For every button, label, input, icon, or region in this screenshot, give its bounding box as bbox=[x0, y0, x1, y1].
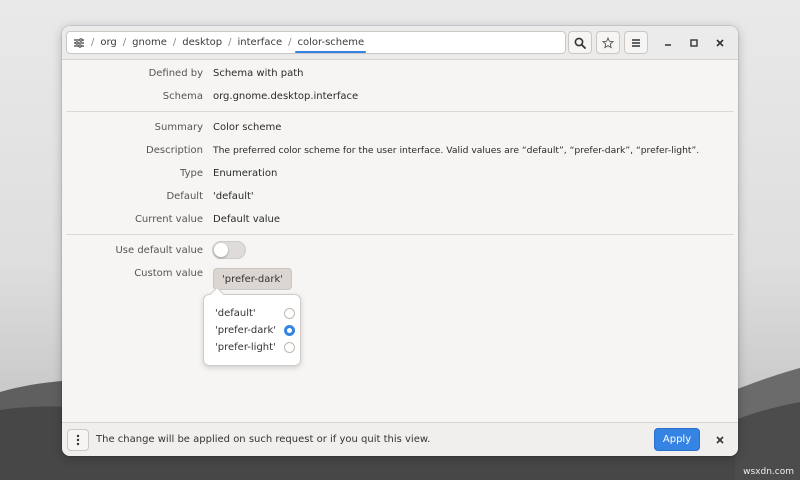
path-item-interface[interactable]: interface bbox=[238, 37, 283, 48]
path-separator: / bbox=[122, 37, 127, 48]
option-prefer-dark[interactable]: 'prefer-dark' bbox=[215, 322, 295, 338]
row-schema: Schema org.gnome.desktop.interface bbox=[62, 87, 738, 105]
apply-button[interactable]: Apply bbox=[654, 428, 700, 451]
radio-checked[interactable] bbox=[284, 324, 295, 336]
path-item-org[interactable]: org bbox=[100, 37, 116, 48]
use-default-switch[interactable] bbox=[212, 241, 246, 259]
path-separator: / bbox=[172, 37, 177, 48]
close-button[interactable] bbox=[712, 35, 728, 51]
row-defined-by: Defined by Schema with path bbox=[62, 64, 738, 82]
main-menu-button[interactable] bbox=[624, 31, 648, 54]
radio-unchecked[interactable] bbox=[284, 307, 295, 319]
custom-value-dropdown[interactable]: 'prefer-dark' bbox=[213, 268, 292, 290]
row-custom-value: Custom value 'prefer-dark' bbox=[62, 268, 738, 290]
minimize-icon bbox=[665, 44, 671, 46]
path-separator: / bbox=[228, 37, 232, 48]
default-label: Default bbox=[166, 190, 203, 202]
switch-knob bbox=[214, 243, 228, 257]
option-label: 'prefer-dark' bbox=[215, 324, 277, 336]
row-summary: Summary Color scheme bbox=[62, 118, 738, 136]
watermark: wsxdn.com bbox=[743, 467, 794, 477]
row-type: Type Enumeration bbox=[62, 164, 738, 182]
settings-tree-icon[interactable] bbox=[73, 37, 85, 49]
path-item-desktop[interactable]: desktop bbox=[182, 37, 222, 48]
default-value: 'default' bbox=[213, 190, 254, 202]
current-value-label: Current value bbox=[134, 213, 203, 225]
schema-value: org.gnome.desktop.interface bbox=[213, 90, 359, 102]
path-separator: / bbox=[91, 37, 95, 48]
row-current-value: Current value Default value bbox=[62, 210, 738, 228]
search-button[interactable] bbox=[568, 31, 592, 54]
vertical-dots-icon bbox=[76, 434, 80, 446]
description-value: The preferred color scheme for the user … bbox=[213, 144, 700, 156]
schema-label: Schema bbox=[162, 90, 203, 102]
bottom-bar: The change will be applied on such reque… bbox=[62, 422, 738, 456]
custom-value-label: Custom value bbox=[134, 268, 203, 279]
close-icon bbox=[716, 39, 724, 47]
close-icon bbox=[716, 436, 724, 444]
headerbar: / org / gnome / desktop / interface / co… bbox=[62, 26, 738, 60]
path-separator: / bbox=[288, 37, 292, 48]
radio-unchecked[interactable] bbox=[284, 341, 295, 353]
option-label: 'default' bbox=[215, 307, 256, 319]
maximize-button[interactable] bbox=[686, 35, 702, 51]
type-label: Type bbox=[180, 167, 203, 179]
star-icon bbox=[602, 36, 614, 49]
hamburger-menu-icon bbox=[632, 38, 640, 47]
option-prefer-light[interactable]: 'prefer-light' bbox=[215, 339, 295, 355]
option-label: 'prefer-light' bbox=[215, 341, 276, 353]
path-item-color-scheme[interactable]: color-scheme bbox=[295, 37, 366, 53]
minimize-button[interactable] bbox=[660, 35, 676, 51]
option-default[interactable]: 'default' bbox=[215, 305, 295, 321]
row-default: Default 'default' bbox=[62, 187, 738, 205]
apply-notice-text: The change will be applied on such reque… bbox=[96, 434, 431, 445]
use-default-label: Use default value bbox=[115, 244, 203, 256]
search-icon bbox=[574, 37, 586, 49]
summary-label: Summary bbox=[154, 121, 203, 133]
row-description: Description The preferred color scheme f… bbox=[62, 141, 738, 159]
current-value-value: Default value bbox=[213, 213, 281, 225]
defined-by-label: Defined by bbox=[148, 67, 203, 79]
summary-value: Color scheme bbox=[213, 121, 282, 133]
separator bbox=[66, 111, 734, 112]
options-menu-button[interactable] bbox=[67, 429, 89, 451]
dconf-editor-window: / org / gnome / desktop / interface / co… bbox=[62, 26, 738, 456]
path-item-gnome[interactable]: gnome bbox=[132, 37, 167, 48]
maximize-icon bbox=[690, 39, 698, 47]
defined-by-value: Schema with path bbox=[213, 67, 304, 79]
dismiss-button[interactable] bbox=[712, 432, 728, 448]
path-bar[interactable]: / org / gnome / desktop / interface / co… bbox=[66, 31, 566, 54]
row-use-default: Use default value bbox=[62, 241, 738, 259]
key-details: Defined by Schema with path Schema org.g… bbox=[62, 60, 738, 422]
value-popover: 'default' 'prefer-dark' 'prefer-light' bbox=[203, 286, 301, 366]
bookmark-button[interactable] bbox=[596, 31, 620, 54]
separator bbox=[66, 234, 734, 235]
description-label: Description bbox=[146, 144, 203, 156]
type-value: Enumeration bbox=[213, 167, 278, 179]
